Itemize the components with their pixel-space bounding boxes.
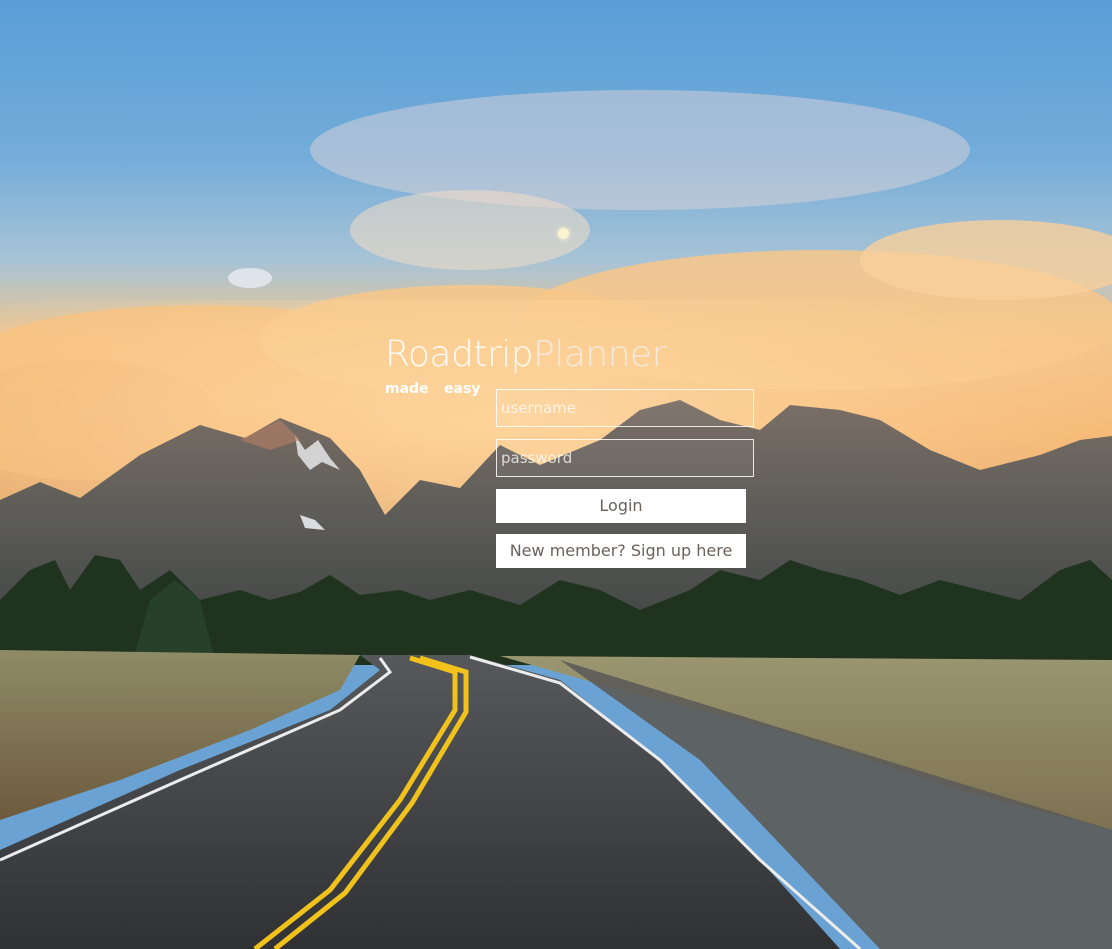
username-input[interactable] <box>496 389 754 427</box>
tagline-easy: easy <box>444 381 481 397</box>
tagline-made: made <box>385 381 429 397</box>
brand-part-roadtrip: Roadtrip <box>385 334 534 375</box>
login-button[interactable]: Login <box>496 489 746 523</box>
app-logo-title: RoadtripPlanner <box>385 334 666 375</box>
brand-part-planner: Planner <box>533 334 666 375</box>
signup-button[interactable]: New member? Sign up here <box>496 534 746 568</box>
moon-icon <box>558 228 569 239</box>
password-input[interactable] <box>496 439 754 477</box>
